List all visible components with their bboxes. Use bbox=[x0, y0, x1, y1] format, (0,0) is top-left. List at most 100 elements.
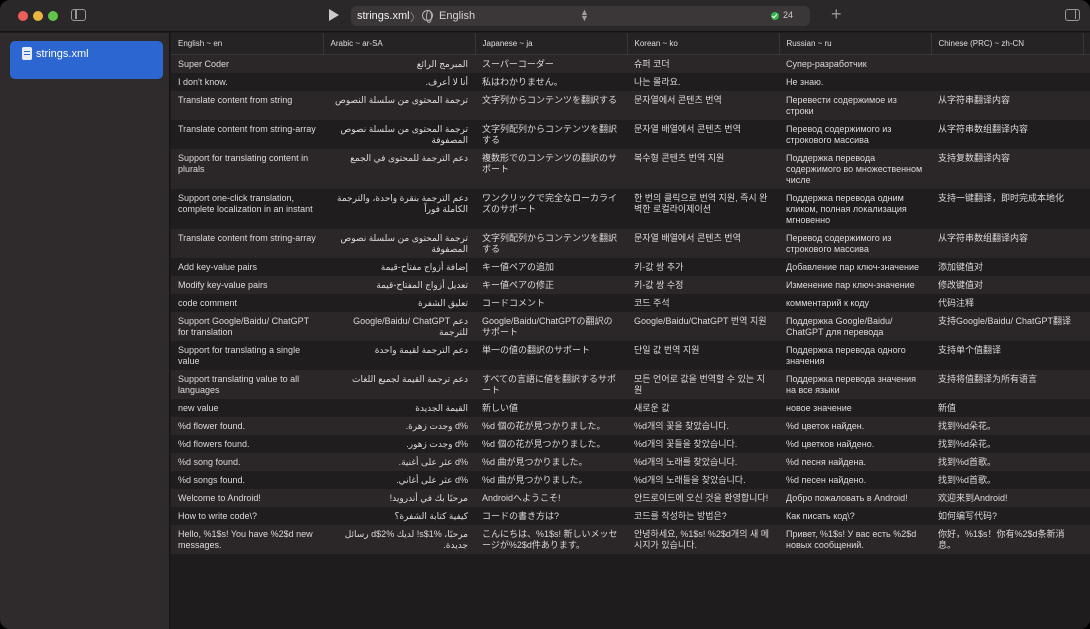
table-row[interactable]: Support translating value to all languag… bbox=[171, 369, 1090, 399]
cell-ru[interactable]: Поддержка перевода значения на все языки bbox=[779, 369, 931, 399]
cell-ko[interactable]: Google/Baidu/ChatGPT 번역 지원 bbox=[627, 311, 779, 341]
table-row[interactable]: Translate content from string-array ترجمة… bbox=[171, 119, 1090, 149]
cell-ko[interactable]: 나는 몰라요. bbox=[627, 72, 779, 91]
cell-ar[interactable]: كيفية كتابة الشفرة؟ bbox=[323, 506, 475, 525]
cell-ru[interactable]: Добро пожаловать в Android! bbox=[779, 488, 931, 507]
cell-ar[interactable]: أنا لا أعرف. bbox=[323, 72, 475, 91]
cell-ru[interactable]: Поддержка перевода одного значения bbox=[779, 340, 931, 370]
cell-ar[interactable]: %d وجدت زهرة. bbox=[323, 416, 475, 435]
cell-ru[interactable]: %d цветок найден. bbox=[779, 416, 931, 435]
cell-ar[interactable]: %d وجدت زهور. bbox=[323, 434, 475, 453]
cell-ja[interactable]: スーパーコーダー bbox=[475, 54, 627, 73]
cell-zh[interactable]: 支持一键翻译，即时完成本地化 bbox=[931, 188, 1083, 229]
inspector-toggle-icon[interactable] bbox=[1065, 9, 1080, 21]
cell-en[interactable]: new value bbox=[171, 398, 323, 417]
cell-ko[interactable]: %d개의 꽃들을 찾았습니다. bbox=[627, 434, 779, 453]
cell-zh[interactable]: 找到%d朵花。 bbox=[931, 434, 1083, 453]
cell-ja[interactable]: %d 個の花が見つかりました。 bbox=[475, 416, 627, 435]
cell-ja[interactable]: Google/Baidu/ChatGPTの翻訳のサポート bbox=[475, 311, 627, 341]
cell-ar[interactable]: دعم ترجمة القيمة لجميع اللغات bbox=[323, 369, 475, 399]
cell-ar[interactable]: مرحبًا، %1$s! لديك %2$d رسائل جديدة. bbox=[323, 524, 475, 554]
cell-ko[interactable]: 문자열 배열에서 콘텐츠 번역 bbox=[627, 119, 779, 149]
cell-ru[interactable]: Супер-разработчик bbox=[779, 54, 931, 73]
cell-ru[interactable]: %d песен найдено. bbox=[779, 470, 931, 489]
cell-ru[interactable]: Поддержка Google/Baidu/ ChatGPT для пере… bbox=[779, 311, 931, 341]
add-button[interactable]: + bbox=[831, 4, 842, 24]
cell-ru[interactable]: Добавление пар ключ-значение bbox=[779, 257, 931, 276]
cell-ja[interactable]: 複数形でのコンテンツの翻訳のサポート bbox=[475, 148, 627, 189]
cell-zh[interactable]: 找到%d首歌。 bbox=[931, 470, 1083, 489]
cell-zh[interactable]: 支持将值翻译为所有语言 bbox=[931, 369, 1083, 399]
column-header-zh[interactable]: Chinese (PRC) ~ zh-CN bbox=[931, 33, 1084, 55]
cell-ja[interactable]: 新しい値 bbox=[475, 398, 627, 417]
cell-zh[interactable]: 从字符串翻译内容 bbox=[931, 90, 1083, 120]
cell-zh[interactable]: 修改键值对 bbox=[931, 275, 1083, 294]
table-row[interactable]: Support one-click translation, complete … bbox=[171, 188, 1090, 229]
cell-ar[interactable]: دعم Google/Baidu/ ChatGPT للترجمة bbox=[323, 311, 475, 341]
cell-ru[interactable]: новое значение bbox=[779, 398, 931, 417]
cell-ar[interactable]: دعم الترجمة لقيمة واحدة bbox=[323, 340, 475, 370]
cell-ko[interactable]: 슈퍼 코더 bbox=[627, 54, 779, 73]
sidebar-item-strings-xml[interactable]: strings.xml bbox=[10, 41, 163, 79]
table-row[interactable]: Support for translating a single value دع… bbox=[171, 340, 1090, 370]
cell-en[interactable]: I don't know. bbox=[171, 72, 323, 91]
cell-zh[interactable]: 从字符串数组翻译内容 bbox=[931, 119, 1083, 149]
cell-en[interactable]: Support translating value to all languag… bbox=[171, 369, 323, 399]
cell-zh[interactable] bbox=[931, 72, 1083, 91]
table-row[interactable]: Support for translating content in plura… bbox=[171, 148, 1090, 189]
cell-en[interactable]: %d song found. bbox=[171, 452, 323, 471]
cell-ru[interactable]: Поддержка перевода одним кликом, полная … bbox=[779, 188, 931, 229]
table-row[interactable]: Support Google/Baidu/ ChatGPT for transl… bbox=[171, 311, 1090, 341]
cell-en[interactable]: Support for translating a single value bbox=[171, 340, 323, 370]
cell-ko[interactable]: 문자열에서 콘텐츠 번역 bbox=[627, 90, 779, 120]
column-header-ko[interactable]: Korean ~ ko bbox=[627, 33, 780, 55]
cell-zh[interactable]: 找到%d首歌。 bbox=[931, 452, 1083, 471]
cell-zh[interactable]: 你好，%1$s！你有%2$d条新消息。 bbox=[931, 524, 1083, 554]
cell-ko[interactable]: 한 번의 클릭으로 번역 지원, 즉시 완벽한 로컬라이제이션 bbox=[627, 188, 779, 229]
cell-ja[interactable]: %d 個の花が見つかりました。 bbox=[475, 434, 627, 453]
cell-zh[interactable]: 代码注释 bbox=[931, 293, 1083, 312]
cell-ko[interactable]: 키-값 쌍 추가 bbox=[627, 257, 779, 276]
cell-ja[interactable]: 単一の値の翻訳のサポート bbox=[475, 340, 627, 370]
close-window-button[interactable] bbox=[18, 11, 28, 21]
cell-ar[interactable]: القيمة الجديدة bbox=[323, 398, 475, 417]
cell-ru[interactable]: Привет, %1$s! У вас есть %2$d новых сооб… bbox=[779, 524, 931, 554]
scheme-selector[interactable]: strings.xml 〉 English ▲ ▼ 24 bbox=[351, 6, 810, 26]
cell-ja[interactable]: 文字列配列からコンテンツを翻訳する bbox=[475, 119, 627, 149]
cell-en[interactable]: Modify key-value pairs bbox=[171, 275, 323, 294]
cell-ru[interactable]: комментарий к коду bbox=[779, 293, 931, 312]
cell-ru[interactable]: Перевод содержимого из строкового массив… bbox=[779, 228, 931, 258]
table-row[interactable]: Hello, %1$s! You have %2$d new messages.… bbox=[171, 524, 1090, 554]
cell-ar[interactable]: إضافة أزواج مفتاح-قيمة bbox=[323, 257, 475, 276]
table-row[interactable]: Translate content from string-array ترجمة… bbox=[171, 228, 1090, 258]
cell-ja[interactable]: Androidへようこそ! bbox=[475, 488, 627, 507]
cell-ko[interactable]: 복수형 콘텐츠 번역 지원 bbox=[627, 148, 779, 189]
table-row[interactable]: %d songs found. %d عثر على أغاني. %d 曲が見つか… bbox=[171, 470, 1090, 489]
cell-ar[interactable]: المبرمج الرائع bbox=[323, 54, 475, 73]
cell-ru[interactable]: Перевод содержимого из строкового массив… bbox=[779, 119, 931, 149]
cell-ja[interactable]: 文字列配列からコンテンツを翻訳する bbox=[475, 228, 627, 258]
table-row[interactable]: How to write code\? كيفية كتابة الشفرة؟ コー… bbox=[171, 506, 1090, 525]
cell-en[interactable]: Translate content from string bbox=[171, 90, 323, 120]
cell-ko[interactable]: 단일 값 번역 지원 bbox=[627, 340, 779, 370]
cell-ja[interactable]: 文字列からコンテンツを翻訳する bbox=[475, 90, 627, 120]
table-row[interactable]: Translate content from string ترجمة المحت… bbox=[171, 90, 1090, 120]
chevron-updown-icon[interactable]: ▲ ▼ bbox=[580, 8, 589, 23]
cell-en[interactable]: %d songs found. bbox=[171, 470, 323, 489]
cell-en[interactable]: Support Google/Baidu/ ChatGPT for transl… bbox=[171, 311, 323, 341]
language-selector[interactable]: English bbox=[439, 10, 475, 22]
cell-ko[interactable]: 코드 주석 bbox=[627, 293, 779, 312]
column-header-ru[interactable]: Russian ~ ru bbox=[779, 33, 932, 55]
cell-zh[interactable] bbox=[931, 54, 1083, 73]
cell-ar[interactable]: تعديل أزواج المفتاح-قيمة bbox=[323, 275, 475, 294]
cell-ja[interactable]: %d 曲が見つかりました。 bbox=[475, 470, 627, 489]
cell-ar[interactable]: %d عثر على أغاني. bbox=[323, 470, 475, 489]
cell-en[interactable]: Translate content from string-array bbox=[171, 119, 323, 149]
cell-ar[interactable]: ترجمة المحتوى من سلسلة النصوص bbox=[323, 90, 475, 120]
cell-ja[interactable]: コードコメント bbox=[475, 293, 627, 312]
cell-zh[interactable]: 欢迎来到Android! bbox=[931, 488, 1083, 507]
cell-ja[interactable]: コードの書き方は? bbox=[475, 506, 627, 525]
cell-zh[interactable]: 找到%d朵花。 bbox=[931, 416, 1083, 435]
translation-table[interactable]: English ~ en Arabic ~ ar-SA Japanese ~ j… bbox=[171, 33, 1090, 629]
cell-en[interactable]: Translate content from string-array bbox=[171, 228, 323, 258]
